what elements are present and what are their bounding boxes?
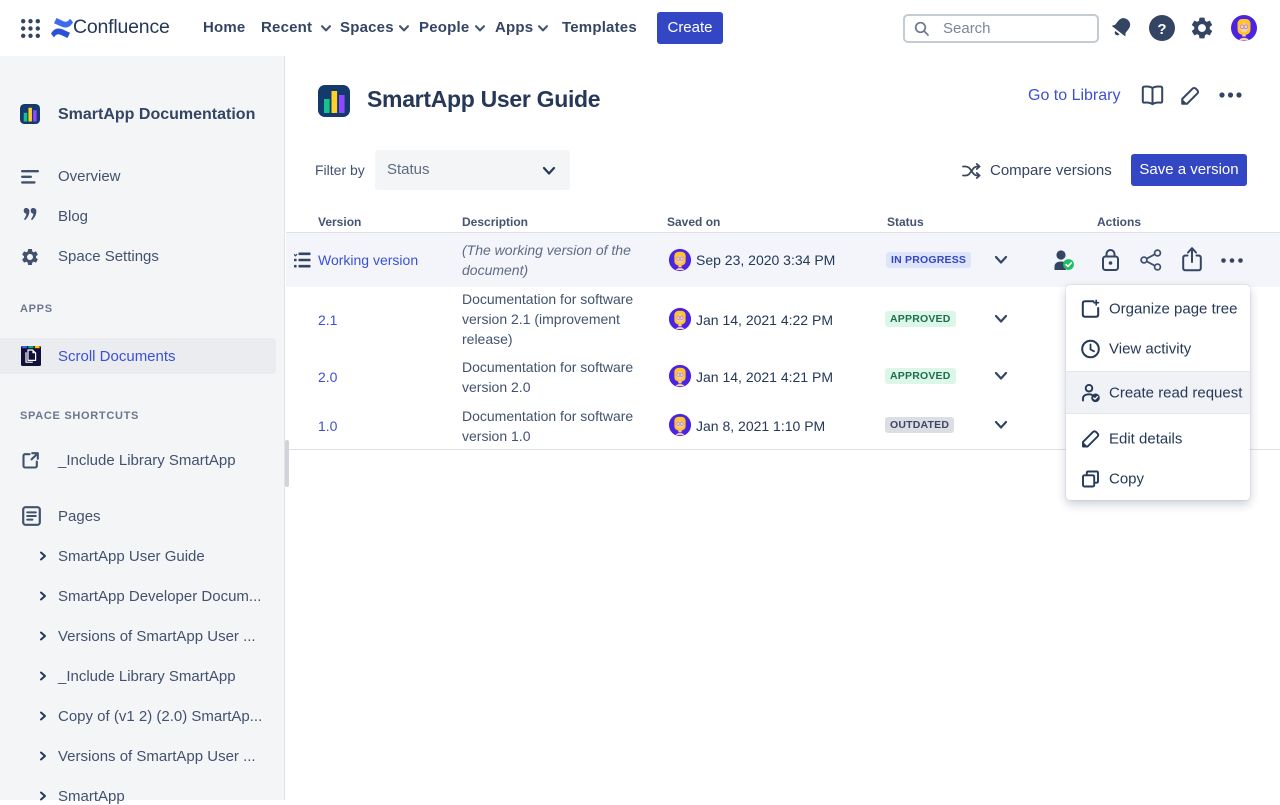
svg-text:?: ? [1157, 21, 1166, 38]
